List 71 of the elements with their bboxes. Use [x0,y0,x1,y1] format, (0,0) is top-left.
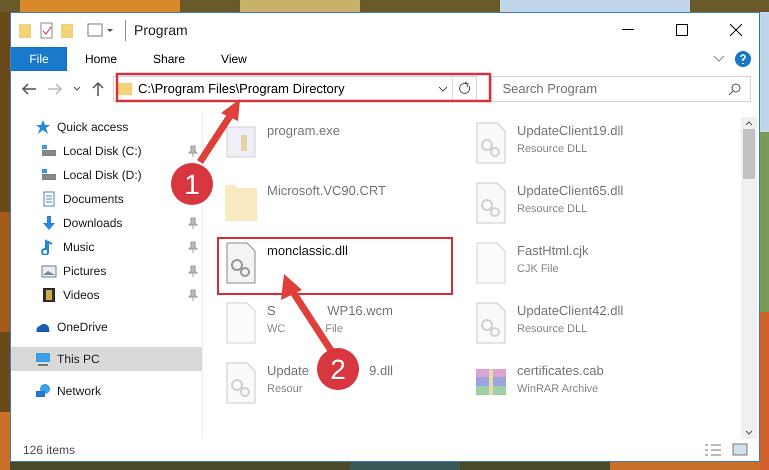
sidebar-item[interactable]: This PC [11,347,202,371]
pin-icon[interactable] [188,217,198,229]
monitor-icon [35,351,51,367]
pin-icon[interactable] [188,145,198,157]
file-name[interactable]: UpdateClient42.dll [517,303,624,318]
file-type: Resource DLL [517,322,588,334]
minimize-icon[interactable] [622,29,634,31]
sidebar-item[interactable]: Videos [11,283,202,307]
sidebar-item[interactable]: Music [11,235,202,259]
search-field[interactable]: Search Program [491,76,751,102]
sidebar-item[interactable]: Documents [11,187,128,211]
sidebar-item[interactable]: Network [11,379,106,403]
globe-monitor-icon [35,383,51,399]
sidebar-item[interactable]: Local Disk (D:) [11,163,146,187]
file-type: WinRAR Archive [517,382,598,394]
sidebar-item[interactable]: Quick access [11,115,132,139]
folder-icon [118,82,132,96]
maximize-icon[interactable] [676,24,688,36]
picture-icon [41,263,57,279]
search-icon[interactable] [728,82,742,96]
file-name[interactable]: WP16.wcm [327,301,393,320]
file-name[interactable]: FastHtml.cjk [517,243,588,258]
file-name[interactable]: S [267,301,276,320]
close-icon[interactable] [730,24,742,36]
ribbon-tab[interactable]: View [203,47,265,71]
file-name[interactable]: UpdateClient65.dll [517,183,624,198]
scroll-thumb[interactable] [743,129,755,179]
drive-icon [41,167,57,183]
drive-icon [41,143,57,159]
file-type: CJK File [517,262,559,274]
dropdown-icon[interactable] [438,86,448,92]
file-name[interactable]: 9.dll [369,361,393,380]
file-type: WC [267,322,286,336]
file-name[interactable]: program.exe [267,123,340,138]
file-type: Resour [267,382,302,394]
status-text: 126 items [23,442,76,459]
sidebar-item[interactable]: Local Disk (C:) [11,139,202,163]
pin-icon[interactable] [188,265,198,277]
document-icon [41,191,57,207]
scrollbar[interactable] [741,117,757,439]
star-icon [35,119,51,135]
help-icon[interactable] [735,51,751,67]
callout-number: 2 [330,354,346,385]
expand-ribbon-icon[interactable] [713,55,725,63]
file-type: File [325,322,343,336]
ribbon-tab[interactable]: Home [67,47,136,71]
file-type: Resource DLL [517,202,588,214]
window-title: Program [125,20,597,40]
recent-dropdown-button[interactable] [71,86,83,92]
file-type: Resource DLL [517,142,588,154]
file-name[interactable]: certificates.cab [517,363,604,378]
film-icon [41,287,57,303]
back-button[interactable] [19,82,39,96]
callout-circle [317,348,359,390]
pin-icon[interactable] [188,289,198,301]
download-arrow-icon [41,215,57,231]
sidebar-item[interactable]: Pictures [11,259,202,283]
ribbon-tab[interactable]: Share [135,47,204,71]
arrow [197,99,240,164]
callout-number: 1 [184,169,200,200]
ribbon-tab[interactable]: File [11,47,67,71]
address-bar[interactable]: C:\Program Files\Program Directory [113,76,478,102]
file-name[interactable]: Update [267,361,309,380]
sidebar-item[interactable]: OneDrive [11,315,112,339]
pin-icon[interactable] [188,241,198,253]
file-name[interactable]: UpdateClient19.dll [517,123,624,138]
file-name[interactable]: Microsoft.VC90.CRT [267,183,386,198]
details-view-icon[interactable] [703,443,723,457]
file-name[interactable]: monclassic.dll [267,243,348,258]
sidebar-item[interactable]: Downloads [11,211,202,235]
callout-circle [171,163,213,205]
